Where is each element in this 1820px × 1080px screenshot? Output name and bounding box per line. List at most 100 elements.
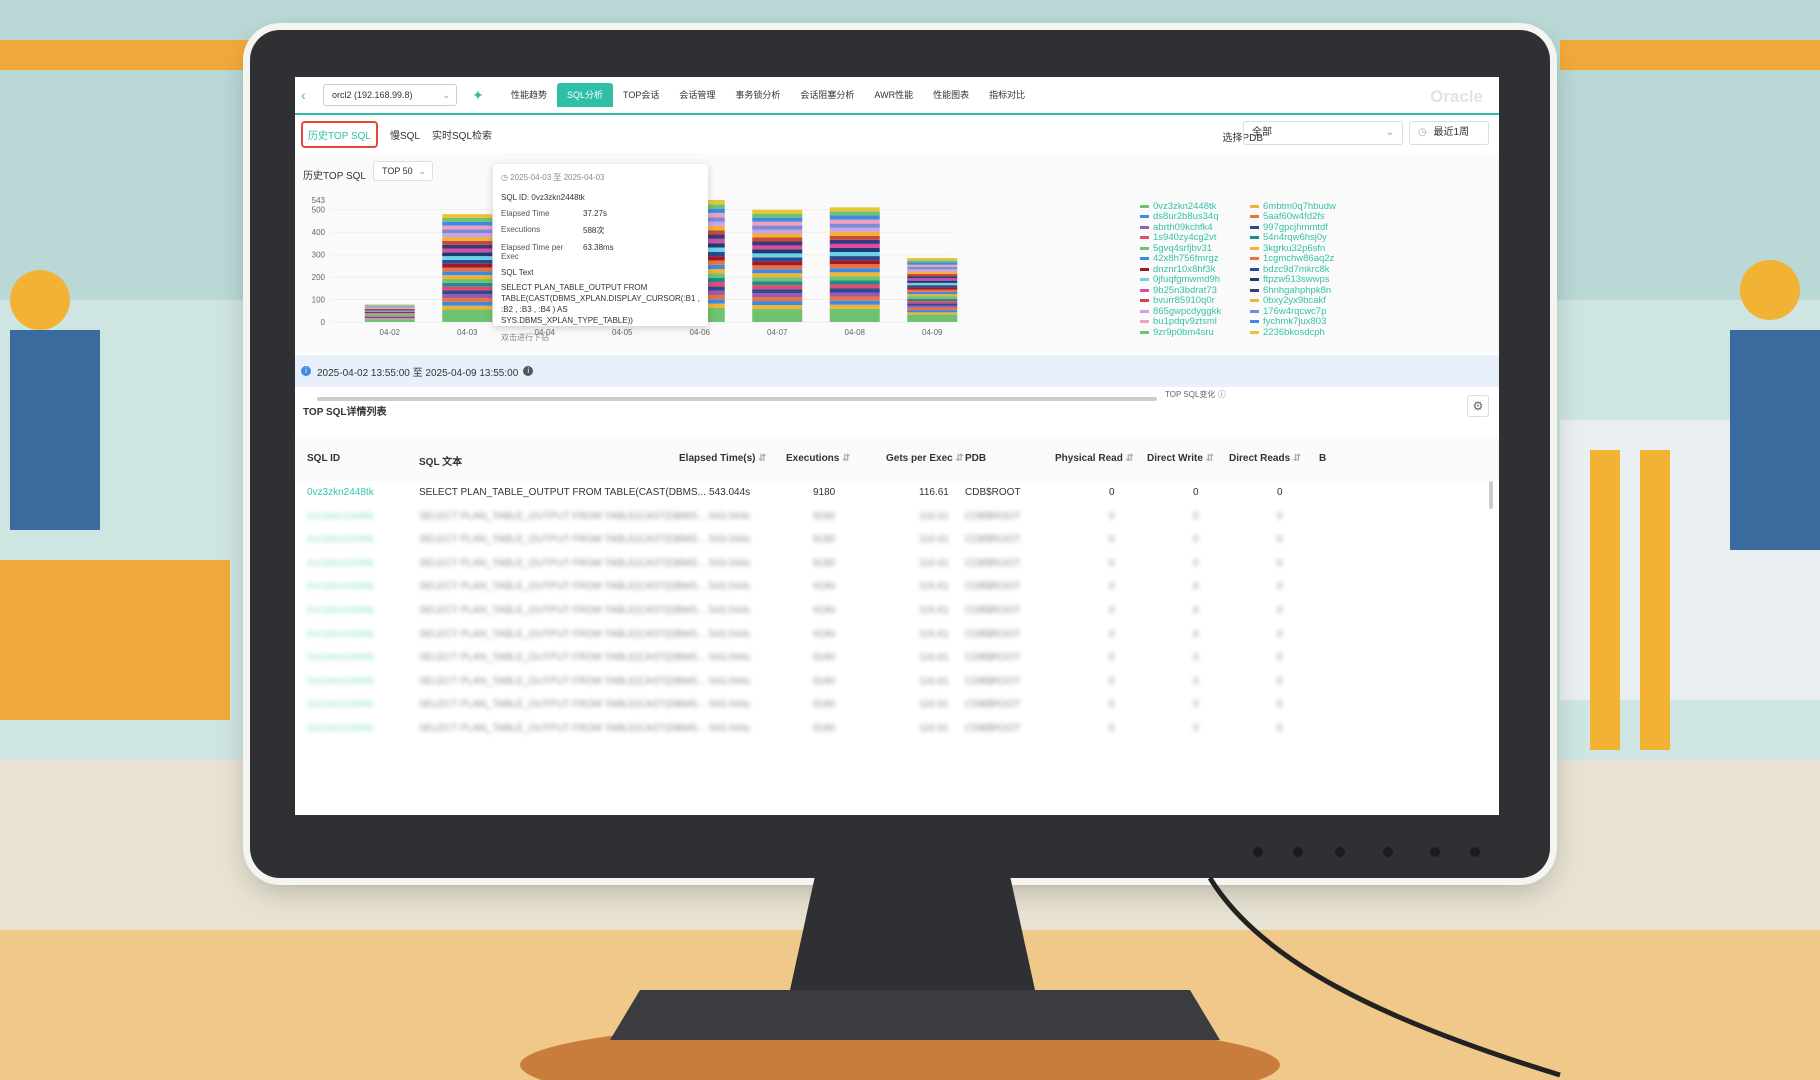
bar-segment[interactable]	[829, 284, 880, 289]
bar-segment[interactable]	[752, 293, 803, 298]
bar-segment[interactable]	[752, 225, 803, 230]
bar-segment[interactable]	[907, 301, 958, 304]
bar-segment[interactable]	[752, 297, 803, 302]
bar-segment[interactable]	[752, 209, 803, 214]
nav-tab-sql-analysis[interactable]: SQL分析	[557, 83, 614, 107]
bar-segment[interactable]	[829, 300, 880, 305]
nav-tab-perf-charts[interactable]: 性能图表	[923, 83, 979, 107]
legend-item[interactable]: 3kgrku32p6sfn	[1250, 243, 1350, 254]
cell-sql-id[interactable]: 0vz3zkn2448tk	[307, 558, 374, 569]
bar-segment[interactable]	[907, 267, 958, 270]
bar-segment[interactable]	[829, 304, 880, 309]
bar-segment[interactable]	[752, 241, 803, 246]
cell-sql-id[interactable]: 0vz3zkn2448tk	[307, 605, 374, 616]
bar-segment[interactable]	[907, 305, 958, 308]
bar-segment[interactable]	[752, 229, 803, 234]
bar-segment[interactable]	[907, 280, 958, 283]
bar-segment[interactable]	[364, 315, 415, 317]
bar-segment[interactable]	[442, 252, 493, 257]
bar-segment[interactable]	[907, 312, 958, 315]
bar-segment[interactable]	[752, 253, 803, 258]
bar-segment[interactable]	[442, 267, 493, 272]
bar-segment[interactable]	[364, 313, 415, 315]
cell-sql-id[interactable]: 0vz3zkn2448tk	[307, 699, 374, 710]
column-header-pdb[interactable]: PDB	[965, 453, 986, 464]
bar-segment[interactable]	[829, 247, 880, 253]
bar-segment[interactable]	[442, 301, 493, 306]
bar-segment[interactable]	[752, 221, 803, 226]
bar-segment[interactable]	[442, 282, 493, 287]
nav-tab-session-management[interactable]: 会话管理	[669, 83, 725, 107]
column-header-elapsed[interactable]: Elapsed Time(s) ⇵	[679, 453, 767, 464]
bar-segment[interactable]	[364, 308, 415, 310]
legend-item[interactable]: 0jfuqfgmwmd9h	[1140, 274, 1240, 285]
bar-segment[interactable]	[364, 304, 415, 306]
subtab-history-top-sql[interactable]: 历史TOP SQL	[301, 120, 378, 148]
table-row[interactable]: 0vz3zkn2448tk SELECT PLAN_TABLE_OUTPUT FR…	[295, 717, 1499, 744]
bar-segment[interactable]	[907, 291, 958, 295]
bar-segment[interactable]	[829, 288, 880, 293]
instance-selector[interactable]: orcl2 (192.168.99.8) ⌄	[323, 84, 457, 106]
bar-segment[interactable]	[364, 318, 415, 320]
legend-item[interactable]: bdzc9d7mkrc8k	[1250, 264, 1350, 275]
bar-segment[interactable]	[752, 289, 803, 294]
bar-segment[interactable]	[364, 311, 415, 312]
cell-sql-id[interactable]: 0vz3zkn2448tk	[307, 652, 374, 663]
legend-item[interactable]: 0bxy2yx9bcakf	[1250, 295, 1350, 306]
bar-segment[interactable]	[907, 296, 958, 299]
bar-segment[interactable]	[752, 305, 803, 310]
cell-sql-id[interactable]: 0vz3zkn2448tk	[307, 511, 374, 522]
bar-segment[interactable]	[752, 213, 803, 218]
bar-segment[interactable]	[752, 281, 803, 286]
bar-segment[interactable]	[907, 257, 958, 261]
bar-segment[interactable]	[907, 314, 958, 322]
bar-segment[interactable]	[364, 319, 415, 320]
bar-segment[interactable]	[829, 264, 880, 269]
bar-segment[interactable]	[442, 256, 493, 260]
bar-segment[interactable]	[829, 292, 880, 297]
bar-segment[interactable]	[829, 235, 880, 240]
legend-item[interactable]: 5aaf60w4fd2fs	[1250, 211, 1350, 222]
bar-segment[interactable]	[752, 261, 803, 266]
nav-tab-top-sessions[interactable]: TOP会话	[613, 83, 669, 107]
bar-segment[interactable]	[829, 227, 880, 232]
cell-sql-id[interactable]: 0vz3zkn2448tk	[307, 534, 374, 545]
table-scrollbar[interactable]	[1489, 481, 1493, 509]
bar-segment[interactable]	[829, 308, 880, 322]
bar-segment[interactable]	[907, 282, 958, 286]
bar-segment[interactable]	[442, 244, 493, 249]
column-header-sqltext[interactable]: SQL 文本	[419, 453, 462, 468]
cell-sql-id[interactable]: 0vz3zkn2448tk	[307, 676, 374, 687]
bar-segment[interactable]	[752, 285, 803, 290]
bar-segment[interactable]	[442, 263, 493, 268]
bar-segment[interactable]	[364, 310, 415, 311]
legend-item[interactable]: dnznr10x8hf3k	[1140, 264, 1240, 275]
nav-tab-transaction-lock[interactable]: 事务锁分析	[725, 83, 790, 107]
bar-segment[interactable]	[907, 271, 958, 274]
bar-segment[interactable]	[829, 215, 880, 220]
legend-item[interactable]: ftpzw513swwps	[1250, 274, 1350, 285]
cell-sql-id[interactable]: 0vz3zkn2448tk	[307, 581, 374, 592]
legend-item[interactable]: 865gwpcdyggkk	[1140, 306, 1240, 317]
chevron-left-icon[interactable]: ‹	[301, 87, 317, 103]
bar-segment[interactable]	[364, 314, 415, 316]
gear-icon[interactable]: ⚙	[1467, 395, 1489, 417]
legend-item[interactable]: fychmk7jux803	[1250, 316, 1350, 327]
bar-segment[interactable]	[364, 312, 415, 314]
legend-item[interactable]: bvurr85910q0r	[1140, 295, 1240, 306]
legend-item[interactable]: 54n4rqw6hsj0y	[1250, 232, 1350, 243]
bar-segment[interactable]	[364, 313, 415, 314]
nav-tab-awr[interactable]: AWR性能	[864, 83, 923, 107]
bar-segment[interactable]	[829, 296, 880, 301]
bar-segment[interactable]	[907, 298, 958, 302]
legend-item[interactable]: 5gvq4srfjbv31	[1140, 243, 1240, 254]
bar-segment[interactable]	[829, 276, 880, 281]
bar-segment[interactable]	[364, 315, 415, 316]
bar-segment[interactable]	[907, 289, 958, 292]
bar-segment[interactable]	[829, 268, 880, 273]
chart-scrollbar[interactable]	[317, 397, 1157, 401]
subtab-realtime-sql-search[interactable]: 实时SQL检索	[432, 127, 492, 142]
legend-item[interactable]: bu1pdqv9ztsml	[1140, 316, 1240, 327]
bar-segment[interactable]	[442, 271, 493, 276]
column-header-direct-write[interactable]: Direct Write ⇵	[1147, 453, 1214, 464]
